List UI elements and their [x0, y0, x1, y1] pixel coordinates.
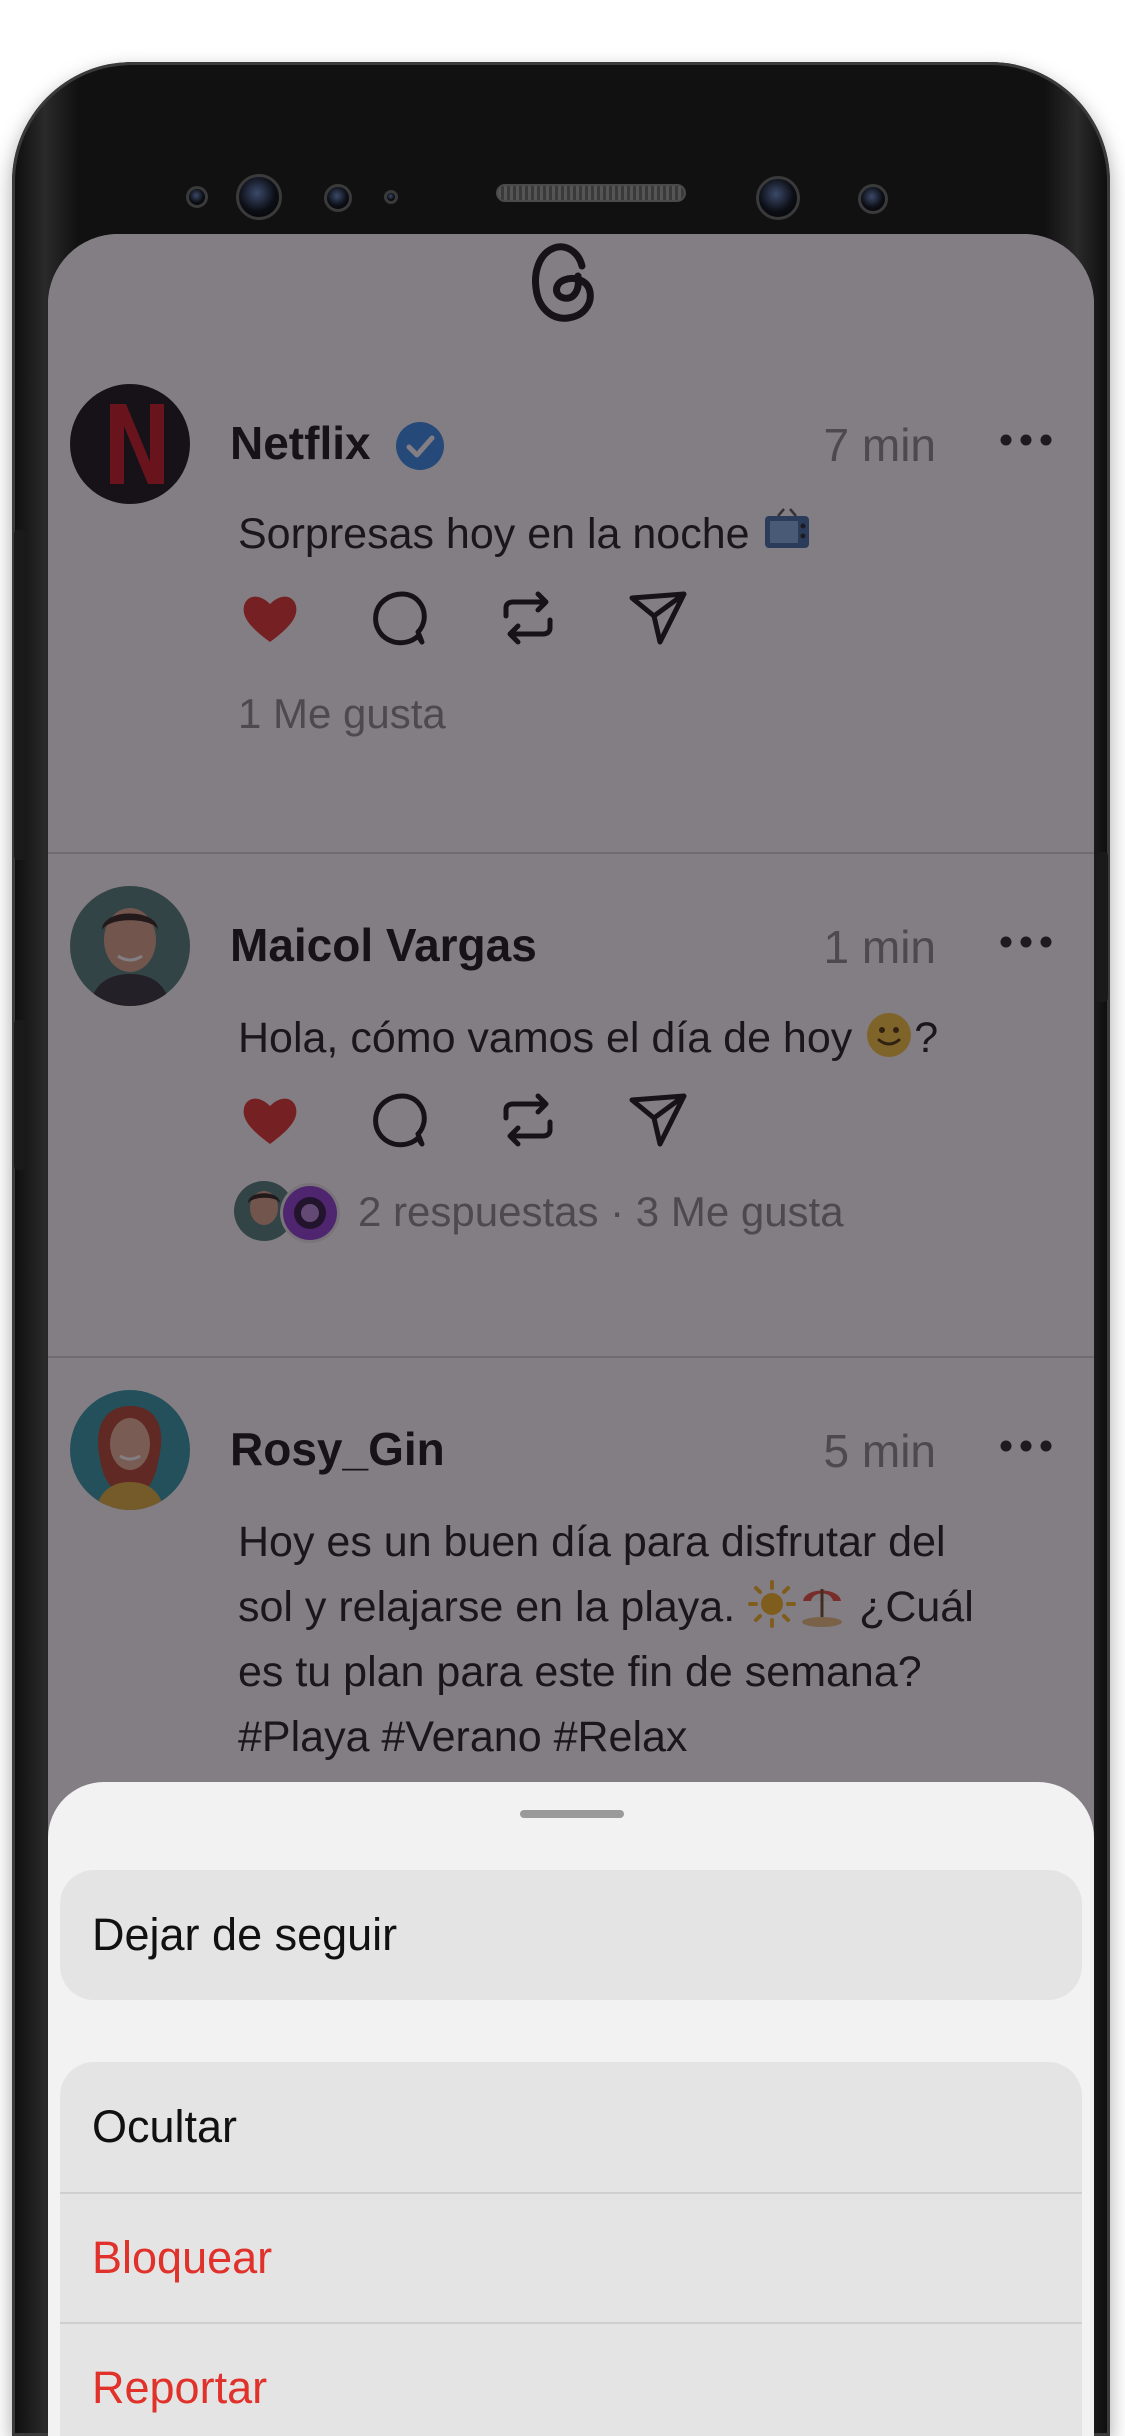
phone-frame: Netflix 7 min Sorpresas hoy en la noche	[12, 62, 1110, 2436]
share-icon[interactable]	[626, 1088, 690, 1152]
post-time: 5 min	[823, 1425, 936, 1477]
proximity-sensor-icon	[324, 184, 352, 212]
sheet-drag-handle[interactable]	[520, 1810, 624, 1818]
post-actions	[238, 586, 738, 656]
tv-emoji-icon	[764, 508, 809, 548]
share-icon[interactable]	[626, 586, 690, 650]
post-text: Hola, cómo vamos el día de hoy ?	[238, 1006, 1014, 1071]
ir-camera-icon	[858, 184, 888, 214]
power-button	[1096, 852, 1108, 1002]
like-icon[interactable]	[238, 1088, 302, 1152]
iris-scanner-icon	[236, 174, 282, 220]
netflix-logo-icon	[70, 384, 190, 504]
report-button[interactable]: Reportar	[60, 2322, 1082, 2436]
user-photo-icon	[70, 886, 190, 1006]
username[interactable]: Rosy_Gin	[230, 1422, 445, 1476]
sheet-group-secondary: Ocultar Bloquear Reportar	[60, 2062, 1082, 2436]
front-camera-icon	[756, 176, 800, 220]
assistant-button	[14, 1020, 26, 1170]
post-stats[interactable]: 2 respuestas · 3 Me gusta	[358, 1188, 844, 1236]
post-text: Hoy es un buen día para disfrutar del so…	[238, 1518, 974, 1761]
like-icon[interactable]	[238, 586, 302, 650]
volume-button	[14, 530, 26, 860]
avatar[interactable]	[70, 384, 190, 504]
post-header: Netflix 7 min	[230, 406, 1058, 476]
post-actions	[238, 1088, 738, 1158]
block-button[interactable]: Bloquear	[60, 2192, 1082, 2322]
post-time: 1 min	[823, 921, 936, 973]
post-header: Maicol Vargas 1 min	[230, 908, 1058, 978]
threads-logo-icon[interactable]	[524, 236, 604, 328]
sheet-group-primary: Dejar de seguir	[60, 1870, 1082, 2000]
username[interactable]: Maicol Vargas	[230, 918, 537, 972]
options-sheet: Dejar de seguir Ocultar Bloquear Reporta…	[48, 1782, 1094, 2436]
user-photo-icon	[70, 1390, 190, 1510]
beach-umbrella-emoji-icon	[802, 1589, 843, 1627]
more-options-icon[interactable]	[998, 420, 1054, 460]
post-maicol-vargas[interactable]: Maicol Vargas 1 min Hola, cómo vamos el …	[48, 856, 1094, 1358]
post-text: Sorpresas hoy en la noche	[238, 502, 1014, 567]
verified-badge-icon	[396, 422, 444, 470]
username[interactable]: Netflix	[230, 416, 371, 470]
earpiece-speaker	[496, 184, 686, 202]
more-options-icon[interactable]	[998, 1426, 1054, 1466]
post-time: 7 min	[823, 419, 936, 471]
repost-icon[interactable]	[496, 1088, 560, 1152]
avatar[interactable]	[70, 886, 190, 1006]
reply-icon[interactable]	[368, 586, 432, 650]
post-stats[interactable]: 1 Me gusta	[238, 690, 446, 738]
smiling-face-emoji-icon	[867, 1013, 912, 1057]
sun-emoji-icon	[748, 1580, 797, 1628]
avatar[interactable]	[70, 1390, 190, 1510]
post-netflix[interactable]: Netflix 7 min Sorpresas hoy en la noche	[48, 354, 1094, 854]
more-options-icon[interactable]	[998, 922, 1054, 962]
reply-avatars[interactable]	[234, 1176, 344, 1246]
unfollow-button[interactable]: Dejar de seguir	[60, 1870, 1082, 2000]
screen: Netflix 7 min Sorpresas hoy en la noche	[48, 234, 1094, 2436]
sensor-icon	[186, 186, 208, 208]
light-sensor-icon	[384, 190, 398, 204]
hide-button[interactable]: Ocultar	[60, 2062, 1082, 2192]
reply-icon[interactable]	[368, 1088, 432, 1152]
repost-icon[interactable]	[496, 586, 560, 650]
post-header: Rosy_Gin 5 min	[230, 1412, 1058, 1482]
top-bar	[48, 234, 1094, 364]
